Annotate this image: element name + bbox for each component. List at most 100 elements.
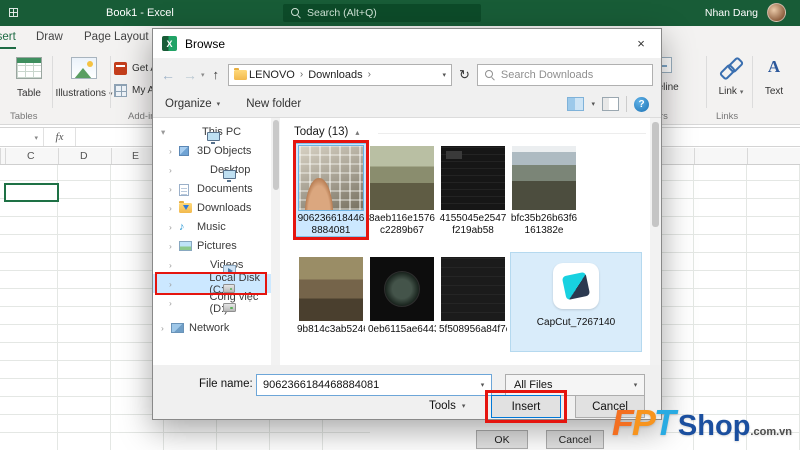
- file-item[interactable]: bfc35b26b63f6161382e: [509, 144, 579, 236]
- preview-pane-icon[interactable]: [602, 97, 619, 111]
- chevron-down-icon: ▾: [739, 88, 744, 96]
- sidebar-label: Pictures: [197, 239, 237, 252]
- column-header-c[interactable]: C: [27, 150, 35, 162]
- file-item-capcut[interactable]: CapCut_7267140: [510, 252, 642, 352]
- file-thumbnail-dark-screenshot[interactable]: [441, 146, 505, 210]
- chevron-down-icon: ▾: [461, 403, 466, 410]
- file-thumbnail-scope-screenshot[interactable]: [370, 257, 434, 321]
- sidebar-label: 3D Objects: [197, 144, 252, 157]
- organize-button[interactable]: Organize ▾: [165, 98, 220, 110]
- file-item[interactable]: 4155045e2547f219ab58: [438, 144, 508, 236]
- change-view-icon[interactable]: [567, 97, 585, 111]
- tools-button[interactable]: Tools ▾: [429, 400, 465, 412]
- table-label: Table: [17, 88, 41, 99]
- tab-draw[interactable]: Draw: [36, 31, 63, 43]
- file-type-value: All Files: [514, 379, 553, 391]
- column-header-d[interactable]: D: [80, 150, 88, 162]
- refresh-icon[interactable]: ↻: [459, 67, 470, 83]
- file-thumbnail-game-screenshot[interactable]: [299, 257, 363, 321]
- new-folder-button[interactable]: New folder: [246, 98, 301, 110]
- sidebar-item-network[interactable]: › Network: [153, 318, 271, 337]
- scrollbar-thumb[interactable]: [272, 120, 279, 190]
- folder-icon: [234, 67, 248, 80]
- chevron-down-icon[interactable]: ▾: [474, 375, 491, 395]
- illustrations-button[interactable]: Illustrations▾: [55, 57, 113, 99]
- background-cancel-button[interactable]: Cancel: [546, 430, 604, 449]
- expander-icon[interactable]: ›: [169, 298, 172, 308]
- quick-access-grid-icon[interactable]: [9, 8, 18, 17]
- file-list-scrollbar[interactable]: [650, 118, 661, 365]
- scrollbar-thumb[interactable]: [652, 122, 659, 227]
- expander-icon[interactable]: ›: [169, 184, 172, 194]
- expander-icon[interactable]: ›: [169, 241, 172, 251]
- sidebar-item-this-pc[interactable]: ▾ This PC: [153, 122, 271, 144]
- search-icon: [484, 69, 495, 80]
- up-icon[interactable]: ↑: [213, 67, 220, 82]
- sidebar-item-documents[interactable]: › Documents: [153, 179, 271, 198]
- expander-icon[interactable]: ›: [169, 279, 172, 289]
- expander-icon[interactable]: ›: [169, 222, 172, 232]
- file-item[interactable]: 8aeb116e1576c2289b67: [367, 144, 437, 236]
- group-header-label: Today (13): [294, 126, 349, 138]
- insert-button[interactable]: Insert: [491, 395, 561, 418]
- back-icon[interactable]: ←: [161, 67, 175, 83]
- name-box[interactable]: ▾: [0, 128, 44, 146]
- explorer-search-input[interactable]: Search Downloads: [476, 63, 653, 86]
- expander-icon[interactable]: ›: [169, 165, 172, 175]
- downloads-icon: [179, 201, 192, 213]
- navigation-pane: ▾ This PC › 3D Objects › Desktop ›: [153, 118, 271, 365]
- close-icon[interactable]: ×: [621, 29, 661, 58]
- sidebar-item-music[interactable]: › ♪ Music: [153, 217, 271, 236]
- expander-icon[interactable]: ›: [169, 260, 172, 270]
- file-name-label: File name:: [199, 378, 253, 390]
- file-thumbnail-dark-screenshot[interactable]: [441, 257, 505, 321]
- chevron-down-icon[interactable]: ▾: [591, 100, 595, 108]
- breadcrumb-downloads[interactable]: Downloads: [308, 69, 362, 81]
- file-type-select[interactable]: All Files ▾: [505, 374, 645, 396]
- my-addins-icon: [114, 84, 127, 97]
- help-icon[interactable]: ?: [634, 96, 649, 112]
- file-thumbnail-game-screenshot[interactable]: [512, 146, 576, 210]
- file-item[interactable]: 0eb6115ae64431: [367, 255, 437, 336]
- active-cell[interactable]: [4, 183, 59, 202]
- expander-icon[interactable]: ›: [169, 203, 172, 213]
- column-header-e[interactable]: E: [132, 150, 139, 162]
- file-name-input[interactable]: 9062366184468884081 ▾: [256, 374, 492, 396]
- chevron-down-icon[interactable]: ▾: [627, 375, 644, 395]
- sidebar-item-downloads[interactable]: › Downloads: [153, 198, 271, 217]
- capcut-icon[interactable]: [553, 263, 599, 309]
- file-item-selected[interactable]: 9062366184468884081: [293, 140, 369, 240]
- titlebar-search[interactable]: Search (Alt+Q): [283, 4, 481, 22]
- expander-icon[interactable]: ›: [161, 323, 164, 333]
- sidebar-item-pictures[interactable]: › Pictures: [153, 236, 271, 255]
- sidebar-item-cong-viec-d[interactable]: › Công việc (D:): [153, 291, 271, 315]
- file-thumbnail-keyboard-photo[interactable]: [298, 145, 364, 211]
- ok-button[interactable]: OK: [476, 430, 528, 449]
- file-item[interactable]: 9b814c3ab5246: [296, 255, 366, 336]
- recent-locations-chevron-icon[interactable]: ▾: [201, 71, 205, 79]
- text-button[interactable]: A Text: [756, 57, 792, 97]
- breadcrumb-lenovo[interactable]: LENOVO: [249, 69, 295, 81]
- tab-page-layout[interactable]: Page Layout: [84, 31, 149, 43]
- address-bar[interactable]: LENOVO › Downloads › ▾: [228, 63, 453, 86]
- dialog-titlebar[interactable]: X Browse ×: [153, 29, 661, 58]
- file-thumbnail-game-screenshot[interactable]: [370, 146, 434, 210]
- user-name[interactable]: Nhan Dang: [705, 7, 758, 19]
- expander-icon[interactable]: ▾: [161, 127, 165, 138]
- table-button[interactable]: Table: [8, 57, 50, 99]
- group-header-today[interactable]: Today (13) ▴: [294, 126, 359, 138]
- address-dropdown-icon[interactable]: ▾: [443, 71, 447, 79]
- file-name: 4155045e2547f219ab58: [439, 213, 507, 236]
- sidebar-item-3d-objects[interactable]: › 3D Objects: [153, 141, 271, 160]
- expander-icon[interactable]: ›: [169, 146, 172, 156]
- forward-icon[interactable]: →: [183, 67, 197, 83]
- user-avatar[interactable]: [767, 3, 786, 22]
- file-item[interactable]: 5f508956a84f7e: [438, 255, 508, 336]
- sidebar-label: Documents: [197, 182, 253, 195]
- group-collapse-icon[interactable]: ▴: [355, 128, 359, 137]
- tab-insert[interactable]: Insert: [0, 31, 16, 49]
- insert-function-button[interactable]: fx: [44, 128, 76, 146]
- link-button[interactable]: Link ▾: [712, 57, 750, 97]
- sidebar-scrollbar[interactable]: [271, 118, 280, 365]
- sidebar-item-desktop[interactable]: › Desktop: [153, 160, 271, 182]
